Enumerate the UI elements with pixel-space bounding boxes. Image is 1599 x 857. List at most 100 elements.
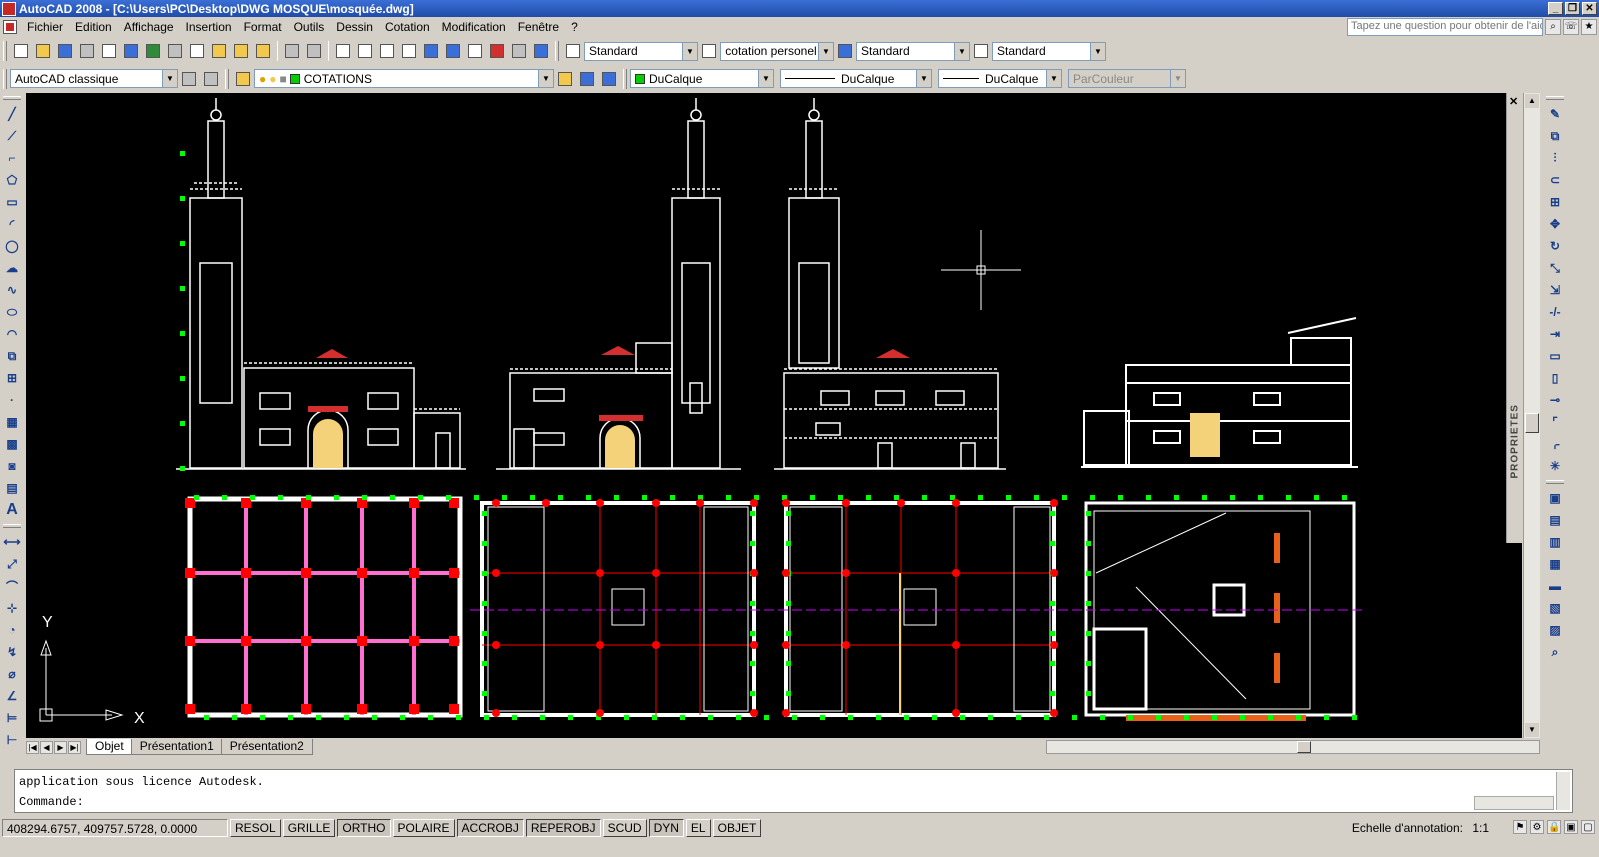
chevron-down-icon[interactable]: ▼ [682,42,697,60]
clean-screen-icon[interactable]: ▢ [1581,820,1595,834]
paste-button[interactable] [209,41,229,61]
toolbar-grip[interactable] [555,41,559,61]
properties-palette[interactable]: ✕ PROPRIETES [1506,93,1523,543]
chevron-down-icon[interactable]: ▼ [818,42,833,60]
menu-fichier[interactable]: Fichier [21,18,69,36]
restore-button[interactable]: ❐ [1565,2,1580,15]
menu-format[interactable]: Format [238,18,288,36]
open-button[interactable] [33,41,53,61]
ducs-toggle[interactable]: SCUD [602,819,647,837]
workspace-settings-button[interactable] [179,69,199,89]
table-style-button[interactable] [835,41,855,61]
text-style-button[interactable] [563,41,583,61]
line-tool[interactable]: ╱ [3,104,21,124]
lineweight-toggle[interactable]: EL [685,819,711,837]
tab-presentation1[interactable]: Présentation1 [130,739,223,755]
toolbar-grip[interactable] [1546,480,1564,484]
calculator-button[interactable] [509,41,529,61]
magnifier-tool[interactable]: ⌕ [1546,642,1564,662]
grid-toggle[interactable]: GRILLE [282,819,336,837]
rectangle-tool[interactable]: ▭ [3,192,21,212]
toolbar-grip[interactable] [3,41,7,61]
command-scrollbar[interactable] [1556,772,1570,810]
tool-palettes-button[interactable] [465,41,485,61]
communication-center-icon[interactable]: ☏ [1563,19,1579,35]
search-icon[interactable]: ⌕ [1545,19,1561,35]
ellipse-arc-tool[interactable]: ◠ [3,324,21,344]
break-tool[interactable]: ▯ [1546,368,1564,388]
tab-objet[interactable]: Objet [86,739,133,755]
text-front-tool[interactable]: ▦ [1546,554,1564,574]
tab-presentation2[interactable]: Présentation2 [220,739,313,755]
explode-tool[interactable]: ✳ [1546,456,1564,476]
help-button[interactable] [531,41,551,61]
layer-manager-button[interactable] [233,69,253,89]
angular-dimension-tool[interactable]: ∠ [3,686,21,706]
table-tool[interactable]: ▤ [3,478,21,498]
dyn-toggle[interactable]: DYN [648,819,684,837]
cut-button[interactable] [165,41,185,61]
text-style-select[interactable]: Standard ▼ [584,41,698,61]
hatch-tool[interactable]: ▦ [3,412,21,432]
fillet-tool[interactable]: ⌌ [1546,434,1564,454]
chevron-down-icon[interactable]: ▼ [1090,42,1105,60]
command-prompt[interactable]: Commande: [19,792,1568,812]
scroll-thumb[interactable] [1525,413,1539,433]
break-at-point-tool[interactable]: ▭ [1546,346,1564,366]
close-icon[interactable]: ✕ [1509,95,1518,108]
design-center-button[interactable] [443,41,463,61]
copy-button[interactable] [187,41,207,61]
mirror-tool[interactable]: ⫶ [1546,148,1564,168]
first-tab-icon[interactable]: |◀ [26,740,39,754]
region-tool[interactable]: ◙ [3,456,21,476]
prev-tab-icon[interactable]: ◀ [40,740,53,754]
extend-tool[interactable]: ⇥ [1546,324,1564,344]
last-tab-icon[interactable]: ▶| [68,740,81,754]
horizontal-scrollbar[interactable] [1046,740,1540,754]
lock-icon[interactable]: 🔒 [1547,820,1561,834]
toolbar-grip[interactable] [3,524,21,528]
new-button[interactable] [11,41,31,61]
baseline-dimension-tool[interactable]: ⊢ [3,730,21,750]
dim-style-select[interactable]: cotation personel ▼ [720,41,834,61]
scroll-up-icon[interactable]: ▲ [1525,94,1539,108]
polygon-tool[interactable]: ⬠ [3,170,21,190]
image-tool[interactable]: ▨ [1546,620,1564,640]
multileader-style-select[interactable]: Standard ▼ [992,41,1106,61]
command-line-window[interactable]: application sous licence Autodesk. Comma… [14,769,1573,813]
auto-scale-icon[interactable]: ⚙ [1530,820,1544,834]
coordinates-readout[interactable]: 408294.6757, 409757.5728, 0.0000 [2,819,228,837]
otrack-toggle[interactable]: REPEROBJ [525,819,601,837]
erase-tool[interactable]: ✎ [1546,104,1564,124]
menu-insertion[interactable]: Insertion [180,18,238,36]
toolbar-grip[interactable] [623,68,627,89]
diameter-dimension-tool[interactable]: ⌀ [3,664,21,684]
drawing-canvas[interactable]: Y X [26,93,1522,738]
menu-cotation[interactable]: Cotation [379,18,436,36]
next-tab-icon[interactable]: ▶ [54,740,67,754]
point-tool[interactable]: · [3,390,21,410]
lineweight-select[interactable]: DuCalque ▼ [938,69,1062,88]
osnap-toggle[interactable]: ACCROBJ [456,819,524,837]
menu-fenetre[interactable]: Fenêtre [512,18,565,36]
chevron-down-icon[interactable]: ▼ [162,70,177,87]
offset-tool[interactable]: ⊂ [1546,170,1564,190]
polar-toggle[interactable]: POLAIRE [392,819,455,837]
preview-button[interactable] [99,41,119,61]
snap-toggle[interactable]: RESOL [230,819,281,837]
tray-settings-icon[interactable]: ▣ [1564,820,1578,834]
zoom-realtime-button[interactable] [355,41,375,61]
menu-help[interactable]: ? [565,18,584,36]
measure-tool[interactable]: ▬ [1546,576,1564,596]
autocad-app-icon[interactable] [2,1,16,16]
annotation-visibility-icon[interactable]: ⚑ [1513,820,1527,834]
trim-tool[interactable]: -/- [1546,302,1564,322]
stretch-tool[interactable]: ⇲ [1546,280,1564,300]
ellipse-tool[interactable]: ⬭ [3,302,21,322]
chamfer-tool[interactable]: ⌜ [1546,412,1564,432]
circle-tool[interactable]: ◯ [3,236,21,256]
publish-button[interactable] [121,41,141,61]
help-search-input[interactable]: Tapez une question pour obtenir de l'aid… [1347,18,1543,36]
construction-line-tool[interactable]: ⟋ [3,126,21,146]
block-editor-button[interactable] [253,41,273,61]
